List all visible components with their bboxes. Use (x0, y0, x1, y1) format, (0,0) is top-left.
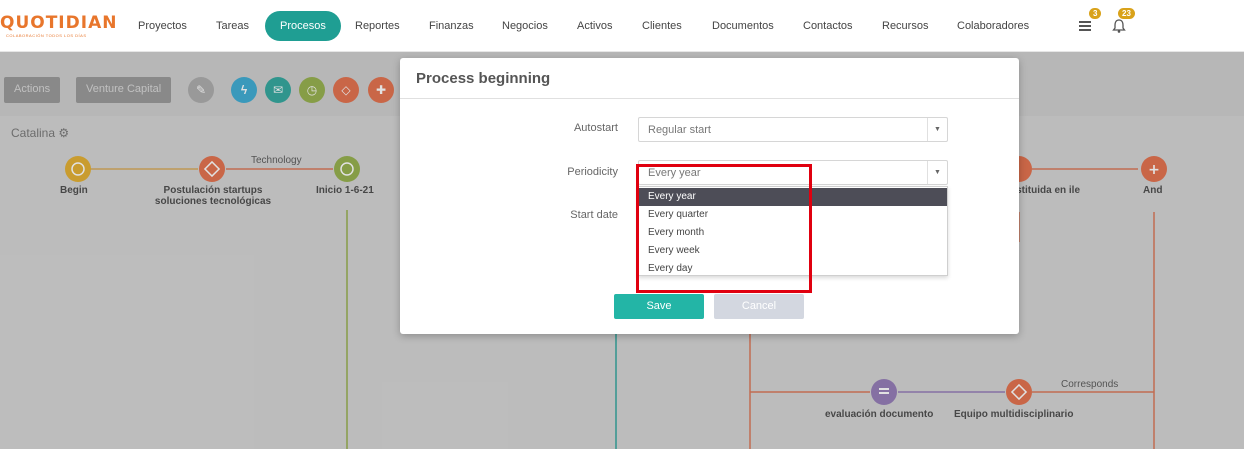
nav-contactos[interactable]: Contactos (803, 20, 853, 32)
autostart-select[interactable]: Regular start ▼ (638, 117, 948, 142)
logo-tagline: COLABORACIÓN TODOS LOS DÍAS (6, 33, 87, 38)
nav-recursos[interactable]: Recursos (882, 20, 928, 32)
cancel-button[interactable]: Cancel (714, 294, 804, 319)
notifications-badge: 23 (1118, 8, 1135, 19)
modal-title: Process beginning (416, 70, 551, 87)
nav-documentos[interactable]: Documentos (712, 20, 774, 32)
start-date-label: Start date (570, 209, 618, 221)
logo-text: QUOTIDIAN (0, 13, 118, 33)
chevron-down-icon[interactable]: ▼ (927, 161, 947, 184)
autostart-label: Autostart (573, 122, 618, 134)
nav-procesos[interactable]: Procesos (265, 11, 341, 41)
app-logo[interactable]: QUOTIDIAN COLABORACIÓN TODOS LOS DÍAS (0, 13, 116, 41)
nav-negocios[interactable]: Negocios (502, 20, 548, 32)
autostart-value: Regular start (648, 124, 711, 136)
periodicity-label: Periodicity (567, 166, 618, 178)
nav-clientes[interactable]: Clientes (642, 20, 682, 32)
save-button[interactable]: Save (614, 294, 704, 319)
task-list-icon[interactable] (1077, 18, 1093, 34)
top-navigation-bar: QUOTIDIAN COLABORACIÓN TODOS LOS DÍAS Pr… (0, 0, 1244, 52)
bell-icon[interactable] (1111, 18, 1127, 34)
nav-activos[interactable]: Activos (577, 20, 612, 32)
tasks-badge: 3 (1089, 8, 1102, 19)
chevron-down-icon[interactable]: ▼ (927, 118, 947, 141)
nav-colaboradores[interactable]: Colaboradores (957, 20, 1029, 32)
modal-divider (400, 98, 1019, 99)
nav-proyectos[interactable]: Proyectos (138, 20, 187, 32)
nav-reportes[interactable]: Reportes (355, 20, 400, 32)
nav-finanzas[interactable]: Finanzas (429, 20, 474, 32)
nav-tareas[interactable]: Tareas (216, 20, 249, 32)
highlight-box (636, 164, 812, 293)
